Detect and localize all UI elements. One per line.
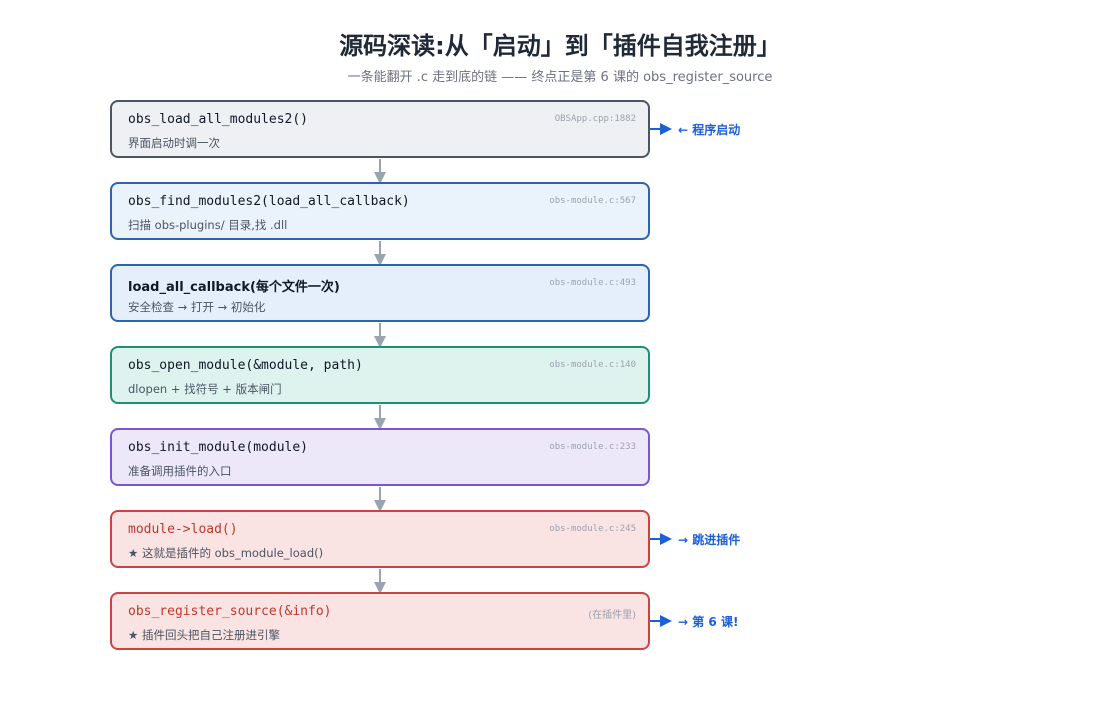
step-description: 准备调用插件的入口 xyxy=(128,464,232,478)
step-description: ★ 插件回头把自己注册进引擎 xyxy=(128,628,280,642)
step-function: load_all_callback(每个文件一次) xyxy=(128,280,340,295)
step-box-init-module: obs_init_module(module) obs-module.c:233… xyxy=(110,428,650,486)
step-description: 界面启动时调一次 xyxy=(128,136,220,150)
call-chain-flow: obs_load_all_modules2() OBSApp.cpp:1882 … xyxy=(0,0,1120,720)
note-lesson-6: → 第 6 课! xyxy=(678,615,739,629)
step-description: dlopen + 找符号 + 版本闸门 xyxy=(128,382,282,396)
step-function: obs_register_source(&info) xyxy=(128,604,332,619)
step-box-module-load: module->load() obs-module.c:245 ★ 这就是插件的… xyxy=(110,510,650,568)
step-box-register-source: obs_register_source(&info) (在插件里) ★ 插件回头… xyxy=(110,592,650,650)
step-box-open-module: obs_open_module(&module, path) obs-modul… xyxy=(110,346,650,404)
step-function: obs_init_module(module) xyxy=(128,440,309,455)
step-description: ★ 这就是插件的 obs_module_load() xyxy=(128,546,324,560)
note-program-start: ← 程序启动 xyxy=(678,123,741,137)
step-box-load-all-callback: load_all_callback(每个文件一次) obs-module.c:4… xyxy=(110,264,650,322)
step-function: module->load() xyxy=(128,522,238,537)
note-jump-into-plugin: → 跳进插件 xyxy=(678,533,741,547)
step-source-ref: obs-module.c:567 xyxy=(549,196,636,206)
step-source-ref: obs-module.c:245 xyxy=(549,524,636,534)
step-source-ref: obs-module.c:493 xyxy=(549,278,636,288)
step-function: obs_load_all_modules2() xyxy=(128,112,309,127)
step-source-ref: obs-module.c:140 xyxy=(549,360,636,370)
step-function: obs_find_modules2(load_all_callback) xyxy=(128,194,410,209)
step-source-ref: obs-module.c:233 xyxy=(549,442,636,452)
step-description: 扫描 obs-plugins/ 目录,找 .dll xyxy=(128,218,288,232)
step-description: 安全检查 → 打开 → 初始化 xyxy=(128,300,266,314)
step-box-find-modules: obs_find_modules2(load_all_callback) obs… xyxy=(110,182,650,240)
step-function: obs_open_module(&module, path) xyxy=(128,358,363,373)
step-box-load-all-modules: obs_load_all_modules2() OBSApp.cpp:1882 … xyxy=(110,100,650,158)
step-source-ref: (在插件里) xyxy=(588,610,636,621)
step-source-ref: OBSApp.cpp:1882 xyxy=(554,114,636,124)
